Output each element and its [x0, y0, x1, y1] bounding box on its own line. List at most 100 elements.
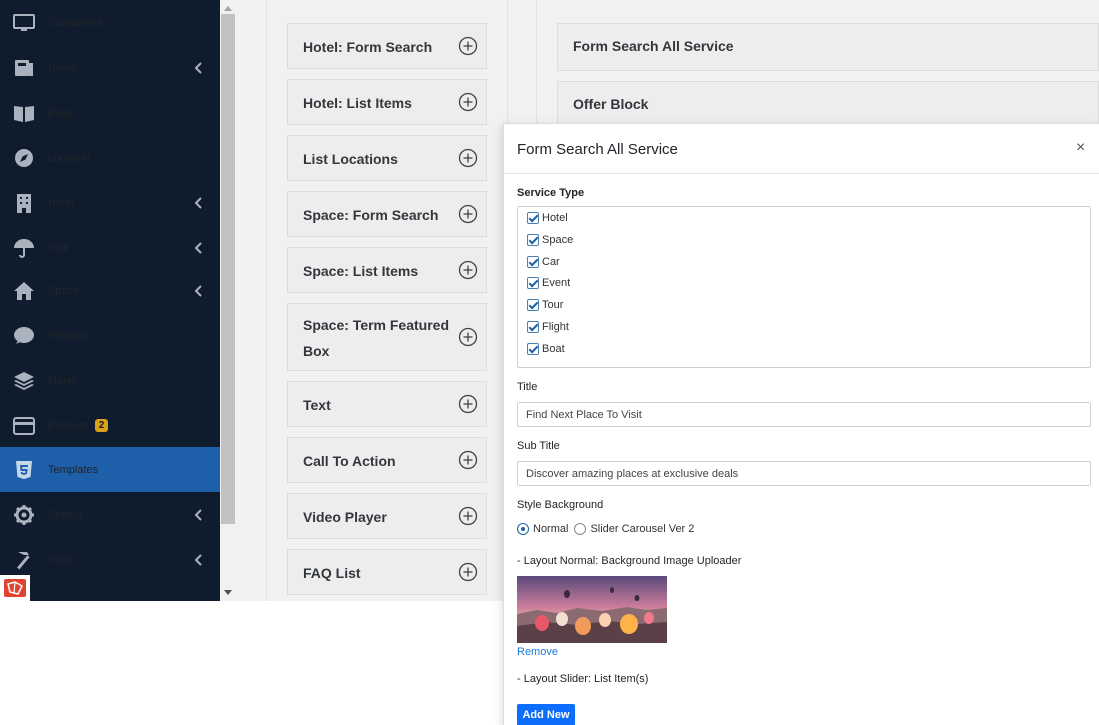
chevron-left-icon — [194, 241, 202, 254]
chevron-left-icon — [194, 508, 202, 521]
checkbox-checked-icon[interactable] — [527, 212, 539, 224]
sidebar-item-payouts[interactable]: Payouts 2 — [0, 403, 220, 448]
sidebar-item-setting[interactable]: Setting — [0, 492, 220, 537]
chevron-left-icon — [194, 61, 202, 74]
checkbox-checked-icon[interactable] — [527, 343, 539, 355]
add-circle-icon[interactable] — [458, 562, 478, 582]
sidebar-item-tools[interactable]: Tools — [0, 537, 220, 582]
sidebar-item-tour[interactable]: Tour — [0, 225, 220, 270]
admin-sidebar: Dashboard News Page Location Hotel Tour — [0, 0, 220, 601]
service-checkbox-event[interactable]: Event — [527, 275, 570, 291]
block-item-video-player[interactable]: Video Player — [287, 493, 487, 539]
sidebar-item-label: Menu — [48, 374, 76, 387]
add-circle-icon[interactable] — [458, 36, 478, 56]
title-field-label: Title — [517, 381, 538, 393]
block-item-list-locations[interactable]: List Locations — [287, 135, 487, 181]
chevron-left-icon — [194, 553, 202, 566]
column-divider — [266, 0, 267, 601]
scrollbar-thumb[interactable] — [221, 14, 235, 524]
template-block-offer-block[interactable]: Offer Block — [557, 81, 1099, 129]
sidebar-item-label: Dashboard — [48, 16, 102, 29]
add-circle-icon[interactable] — [458, 394, 478, 414]
service-checkbox-car[interactable]: Car — [527, 254, 560, 270]
service-checkbox-space[interactable]: Space — [527, 232, 573, 248]
hammer-icon — [13, 549, 35, 571]
sidebar-item-dashboard[interactable]: Dashboard — [0, 0, 220, 45]
remove-image-link[interactable]: Remove — [517, 646, 558, 658]
block-item-hotel-form-search[interactable]: Hotel: Form Search — [287, 23, 487, 69]
block-item-call-to-action[interactable]: Call To Action — [287, 437, 487, 483]
block-item-label: Space: List Items — [303, 263, 419, 279]
sidebar-item-label: Location — [48, 151, 90, 164]
template-block-form-search-all-service[interactable]: Form Search All Service — [557, 23, 1099, 71]
newspaper-icon — [13, 57, 35, 79]
sidebar-item-label: Tour — [48, 241, 70, 254]
modal-header-divider — [504, 173, 1099, 174]
add-circle-icon[interactable] — [458, 450, 478, 470]
sidebar-item-location[interactable]: Location — [0, 135, 220, 180]
service-checkbox-hotel[interactable]: Hotel — [527, 210, 568, 226]
layers-icon — [13, 370, 35, 392]
add-circle-icon[interactable] — [458, 260, 478, 280]
scroll-up-arrow-icon[interactable] — [224, 6, 232, 11]
block-item-space-list-items[interactable]: Space: List Items — [287, 247, 487, 293]
sidebar-item-space[interactable]: Space — [0, 268, 220, 313]
scroll-down-arrow-icon[interactable] — [224, 590, 232, 595]
checkbox-checked-icon[interactable] — [527, 277, 539, 289]
sidebar-item-label: Page — [48, 106, 74, 119]
html5-icon — [13, 459, 35, 481]
add-circle-icon[interactable] — [458, 204, 478, 224]
app-logo-icon[interactable] — [0, 575, 30, 601]
sidebar-item-menu[interactable]: Menu — [0, 358, 220, 403]
sidebar-item-hotel[interactable]: Hotel — [0, 180, 220, 225]
radio-slider-carousel[interactable] — [574, 523, 587, 535]
credit-card-icon — [13, 415, 35, 437]
sidebar-item-news[interactable]: News — [0, 45, 220, 90]
style-background-radio-group: Normal Slider Carousel Ver 2 — [517, 521, 694, 537]
block-item-hotel-list-items[interactable]: Hotel: List Items — [287, 79, 487, 125]
block-item-text[interactable]: Text — [287, 381, 487, 427]
payouts-count-badge: 2 — [94, 419, 109, 432]
block-item-space-term-featured-box[interactable]: Space: Term Featured Box — [287, 303, 487, 371]
building-icon — [13, 192, 35, 214]
block-item-label: Video Player — [303, 509, 387, 525]
service-checkbox-tour[interactable]: Tour — [527, 297, 563, 313]
subtitle-field-label: Sub Title — [517, 440, 560, 452]
comment-icon — [13, 325, 35, 347]
block-item-label: FAQ List — [303, 565, 361, 581]
block-item-faq-list[interactable]: FAQ List — [287, 549, 487, 595]
block-item-label-line2: Box — [303, 343, 330, 359]
service-checkbox-label: Car — [542, 256, 560, 268]
subtitle-input[interactable] — [517, 461, 1091, 486]
block-item-space-form-search[interactable]: Space: Form Search — [287, 191, 487, 237]
checkbox-checked-icon[interactable] — [527, 256, 539, 268]
radio-label-slider-carousel: Slider Carousel Ver 2 — [590, 523, 695, 535]
gear-icon — [13, 504, 35, 526]
service-checkbox-flight[interactable]: Flight — [527, 319, 569, 335]
add-circle-icon[interactable] — [458, 92, 478, 112]
service-checkbox-label: Hotel — [542, 212, 568, 224]
sidebar-item-page[interactable]: Page — [0, 90, 220, 135]
book-icon — [13, 102, 35, 124]
radio-normal[interactable] — [517, 523, 529, 535]
service-checkbox-boat[interactable]: Boat — [527, 341, 565, 357]
title-input[interactable] — [517, 402, 1091, 427]
add-new-button[interactable]: Add New — [517, 704, 575, 725]
close-icon[interactable]: × — [1076, 139, 1085, 157]
sidebar-item-label: Reviews — [48, 329, 90, 342]
template-block-label: Offer Block — [573, 96, 649, 112]
sidebar-item-reviews[interactable]: Reviews — [0, 313, 220, 358]
sidebar-item-label: Payouts 2 — [48, 419, 109, 432]
checkbox-checked-icon[interactable] — [527, 299, 539, 311]
sidebar-item-label: Space — [48, 284, 80, 297]
add-circle-icon[interactable] — [458, 506, 478, 526]
sidebar-item-templates[interactable]: Templates — [0, 447, 220, 492]
checkbox-checked-icon[interactable] — [527, 234, 539, 246]
add-circle-icon[interactable] — [458, 148, 478, 168]
home-icon — [13, 280, 35, 302]
modal-title: Form Search All Service — [517, 141, 678, 158]
checkbox-checked-icon[interactable] — [527, 321, 539, 333]
monitor-icon — [13, 12, 35, 34]
compass-icon — [13, 147, 35, 169]
add-circle-icon[interactable] — [458, 327, 478, 347]
